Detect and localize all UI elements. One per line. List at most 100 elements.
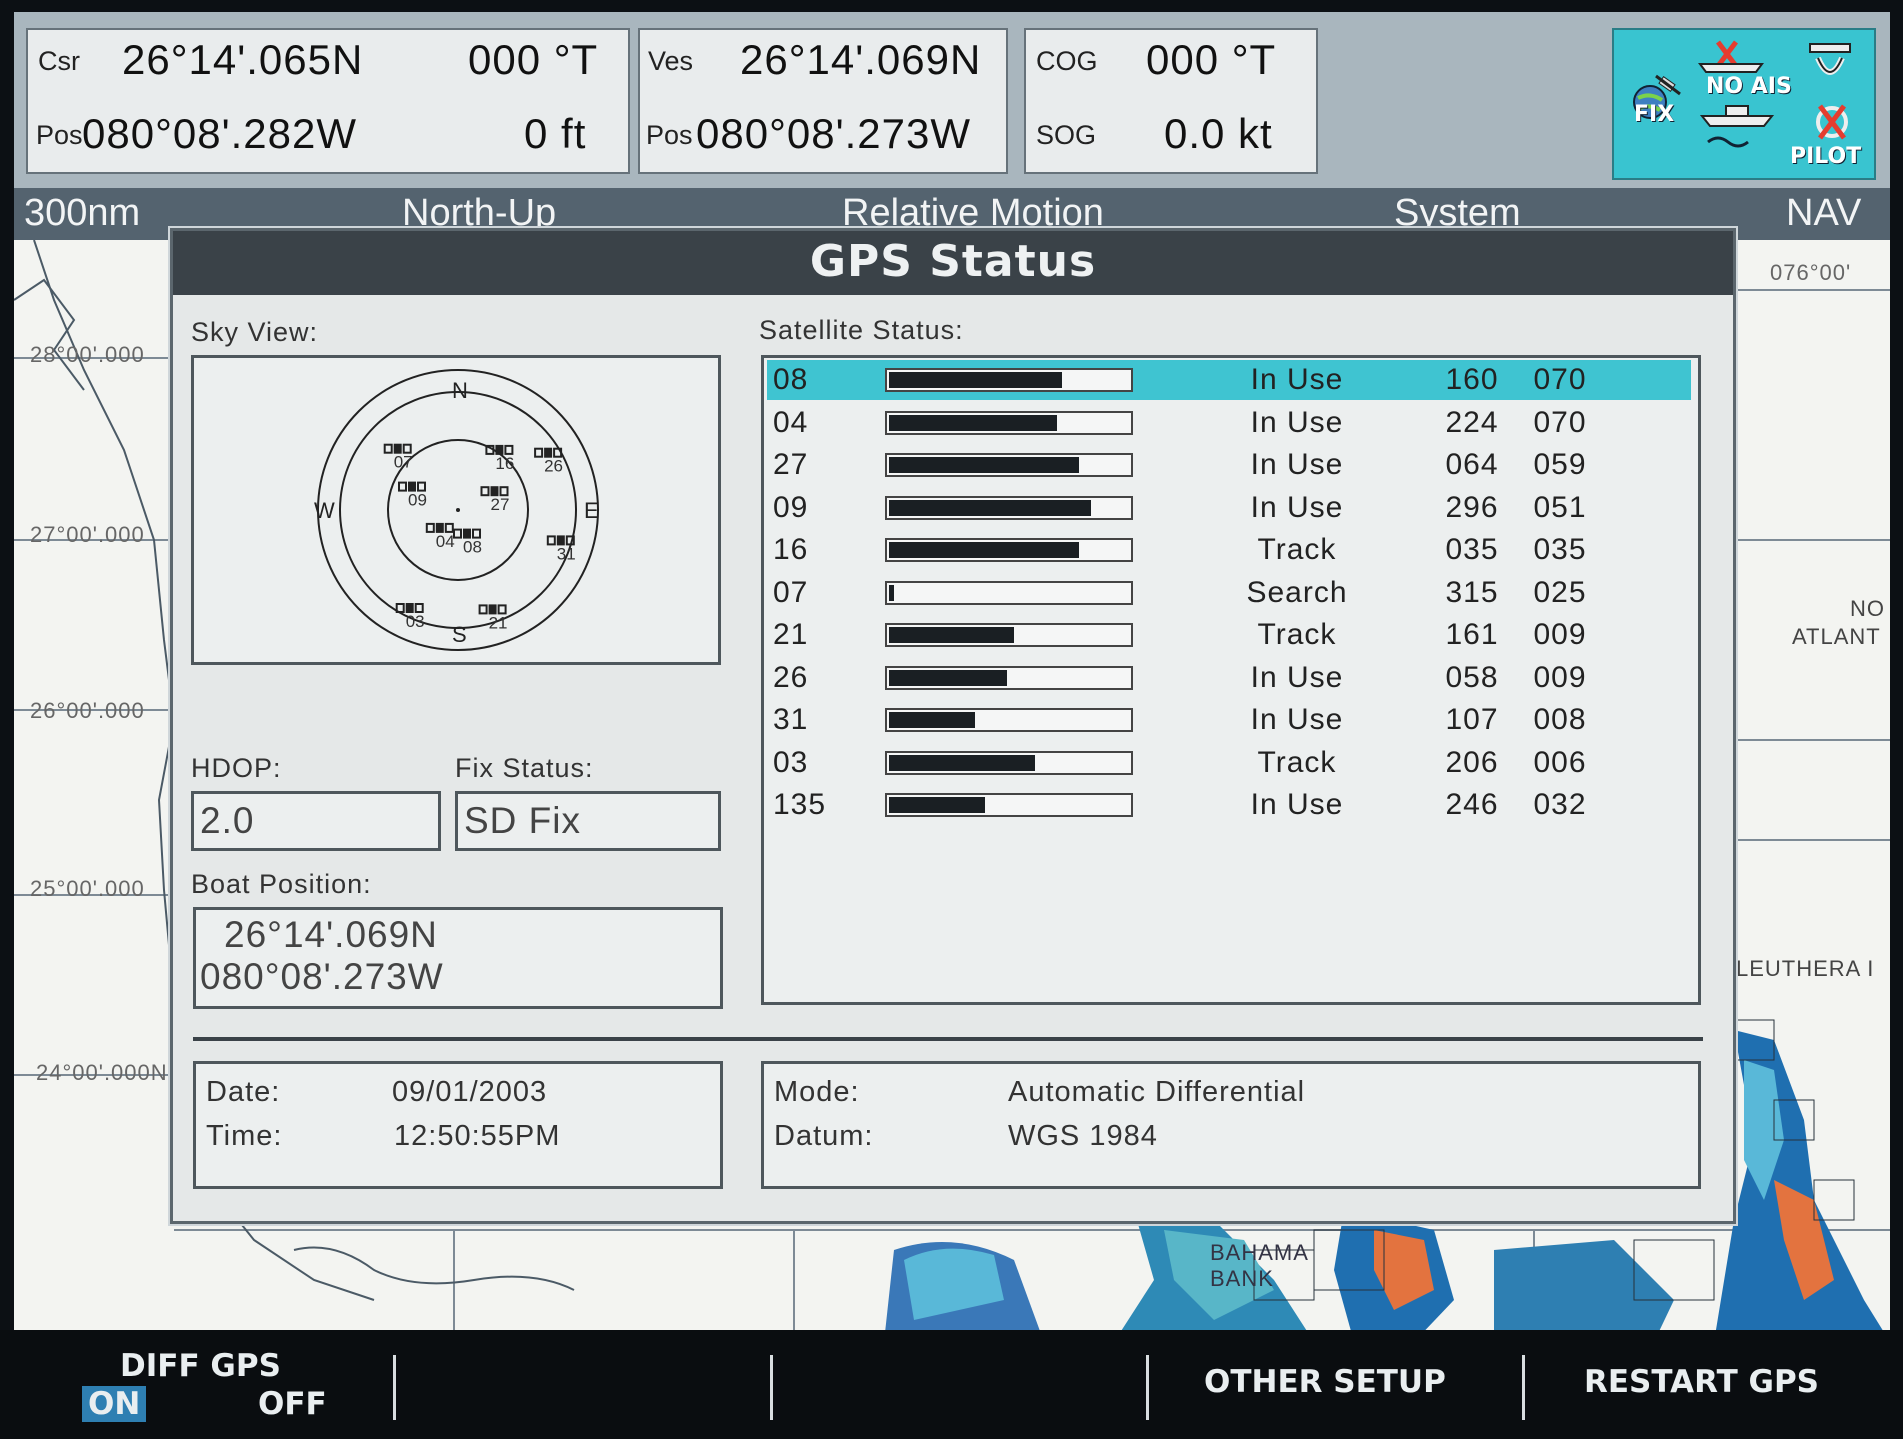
boat-lon: 080°08'.273W: [200, 956, 444, 997]
sog-value: 0.0 kt: [1164, 110, 1273, 157]
sat-azimuth: 206: [1445, 745, 1499, 779]
softkey-divider: [1146, 1355, 1149, 1420]
sat-prn: 08: [773, 363, 809, 396]
fix-status-field: SD Fix: [455, 791, 721, 851]
diff-gps-off[interactable]: OFF: [258, 1386, 327, 1422]
date-time-panel: Date: 09/01/2003 Time: 12:50:55PM: [193, 1061, 723, 1189]
satellite-row[interactable]: 135 In Use 246 032: [767, 785, 1691, 825]
sat-prn: 27: [773, 448, 809, 481]
sat-status: Track: [1257, 618, 1337, 651]
sat-prn: 09: [773, 490, 809, 524]
satellite-row[interactable]: 16 Track 035 035: [767, 530, 1691, 570]
boat-position-label: Boat Position:: [191, 869, 372, 899]
signal-strength-fill: [889, 627, 1014, 643]
anchor-icon: [1809, 43, 1851, 75]
signal-strength-bar: [885, 453, 1133, 477]
sky-east-label: E: [584, 498, 599, 523]
signal-strength-bar: [885, 580, 1133, 605]
signal-strength-bar: [885, 750, 1133, 775]
satellite-row[interactable]: 27 In Use 064 059: [767, 445, 1691, 485]
satellite-icon: 26: [534, 447, 563, 476]
signal-strength-fill: [889, 542, 1079, 558]
signal-strength-fill: [889, 754, 1035, 771]
signal-strength-fill: [889, 669, 1007, 686]
satellite-id-label: 31: [557, 544, 576, 563]
sat-azimuth: 035: [1445, 533, 1499, 566]
satellite-icon: 21: [478, 604, 508, 632]
softkey-divider: [1522, 1355, 1525, 1420]
autopilot-off-icon: [1816, 104, 1848, 140]
satellite-row[interactable]: 08 In Use 160 070: [767, 360, 1691, 400]
restart-gps-softkey[interactable]: RESTART GPS: [1528, 1330, 1903, 1439]
eleuthera-label: LEUTHERA I: [1736, 956, 1875, 981]
atlantic-label: ATLANT: [1792, 624, 1881, 649]
diff-gps-on[interactable]: ON: [82, 1386, 147, 1422]
sat-elevation: 051: [1533, 490, 1587, 524]
signal-strength-bar: [885, 495, 1133, 520]
sat-elevation: 009: [1533, 618, 1587, 651]
mode-value: Automatic Differential: [1008, 1076, 1306, 1108]
nav-mode-readout[interactable]: NAV: [1786, 192, 1861, 235]
cursor-position-box[interactable]: Csr Pos 26°14'.065N 080°08'.282W 000 °T …: [26, 28, 630, 174]
signal-strength-bar: [885, 538, 1133, 562]
range-readout[interactable]: 300nm: [24, 192, 140, 235]
satellite-row[interactable]: 07 Search 315 025: [767, 573, 1691, 613]
softkey-3-empty[interactable]: [776, 1330, 1146, 1439]
sat-elevation: 006: [1533, 745, 1587, 779]
satellite-row[interactable]: 26 In Use 058 009: [767, 658, 1691, 698]
sog-label: SOG: [1036, 120, 1097, 150]
status-icons-box[interactable]: FIX NO AIS PILOT: [1612, 28, 1876, 180]
cursor-lat: 26°14'.065N: [122, 36, 364, 83]
hdop-field: 2.0: [191, 791, 441, 851]
sat-status: In Use: [1250, 405, 1344, 439]
sat-prn: 04: [773, 405, 809, 439]
bahama-bank-label: BAHAMA BANK: [1210, 1240, 1308, 1291]
sat-status: In Use: [1250, 788, 1344, 821]
lat-label-24: 24°00'.000N: [36, 1060, 168, 1085]
cursor-pos-label: Pos: [36, 120, 83, 150]
softkey-divider: [770, 1355, 773, 1420]
signal-strength-bar: [885, 665, 1133, 690]
signal-strength-fill: [889, 797, 985, 813]
sat-elevation: 070: [1533, 405, 1587, 439]
cog-label: COG: [1036, 46, 1098, 76]
sat-status: Track: [1257, 745, 1337, 779]
softkey-bar: DIFF GPS ON OFF OTHER SETUP RESTART GPS: [0, 1330, 1903, 1439]
sat-elevation: 025: [1533, 575, 1587, 609]
satellite-id-label: 09: [408, 491, 427, 510]
signal-strength-bar: [885, 368, 1133, 392]
sat-azimuth: 161: [1445, 618, 1499, 651]
lat-label-25: 25°00'.000: [30, 876, 145, 901]
sky-view-plot: N S E W 07 16 26 09 27 04 08 31 03 21: [314, 369, 599, 651]
satellite-status-list[interactable]: 08 In Use 160 070 04 In Use 224 070 27 In Use 064 0…: [761, 355, 1701, 1005]
vessel-lat: 26°14'.069N: [740, 36, 982, 83]
sat-elevation: 009: [1533, 660, 1587, 694]
sat-status: In Use: [1250, 660, 1344, 694]
datum-value: WGS 1984: [1008, 1120, 1158, 1152]
sat-prn: 16: [773, 533, 809, 566]
softkey-2-empty[interactable]: [400, 1330, 770, 1439]
sat-prn: 03: [773, 745, 809, 779]
satellite-icon: 03: [395, 603, 425, 631]
satellite-icon: 07: [383, 443, 413, 472]
satellite-row[interactable]: 09 In Use 296 051: [767, 488, 1691, 528]
sat-prn: 26: [773, 660, 809, 694]
boat-icon: [1699, 105, 1775, 148]
signal-strength-bar: [885, 623, 1133, 647]
satellite-id-label: 04: [436, 532, 455, 551]
satellite-id-label: 16: [495, 454, 514, 473]
diff-gps-softkey[interactable]: DIFF GPS ON OFF: [60, 1330, 390, 1439]
satellite-status-label: Satellite Status:: [759, 315, 964, 345]
satellite-row[interactable]: 21 Track 161 009: [767, 615, 1691, 655]
vessel-position-box[interactable]: Ves Pos 26°14'.069N 080°08'.273W: [638, 28, 1008, 174]
satellite-row[interactable]: 04 In Use 224 070: [767, 403, 1691, 443]
sky-view-panel: N S E W 07 16 26 09 27 04 08 31 03 21: [191, 355, 721, 665]
boat-lat: 26°14'.069N: [224, 914, 438, 955]
satellite-id-label: 07: [394, 453, 413, 472]
cog-sog-box[interactable]: COG 000 °T SOG 0.0 kt: [1024, 28, 1318, 174]
satellite-id-label: 08: [463, 538, 482, 557]
satellite-row[interactable]: 31 In Use 107 008: [767, 700, 1691, 740]
satellite-row[interactable]: 03 Track 206 006: [767, 743, 1691, 783]
sat-status: In Use: [1250, 448, 1344, 481]
other-setup-softkey[interactable]: OTHER SETUP: [1152, 1330, 1522, 1439]
